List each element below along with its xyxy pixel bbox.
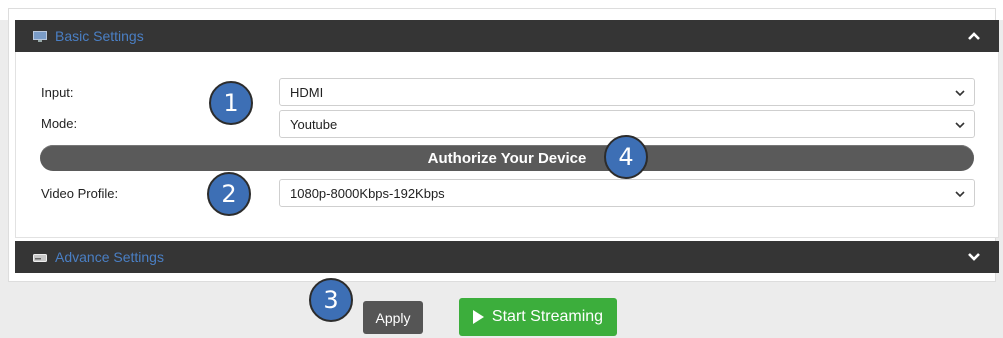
video-profile-label: Video Profile: — [41, 186, 119, 201]
mode-select[interactable]: Youtube — [279, 110, 975, 138]
chevron-up-icon[interactable] — [967, 29, 981, 43]
annotation-badge-3: 3 — [309, 278, 353, 322]
video-profile-select[interactable]: 1080p-8000Kbps-192Kbps — [279, 179, 975, 207]
annotation-badge-4: 4 — [604, 135, 648, 179]
hard-drive-icon — [33, 253, 47, 262]
chevron-down-icon[interactable] — [967, 250, 981, 264]
basic-settings-header[interactable]: Basic Settings — [15, 20, 999, 52]
apply-button-label: Apply — [375, 309, 411, 326]
input-select[interactable]: HDMI — [279, 78, 975, 106]
annotation-badge-2: 2 — [207, 172, 251, 216]
monitor-icon — [33, 30, 47, 42]
input-select-value: HDMI — [290, 84, 324, 100]
video-profile-select-value: 1080p-8000Kbps-192Kbps — [290, 185, 445, 201]
authorize-device-label: Authorize Your Device — [427, 149, 587, 167]
annotation-badge-1: 1 — [209, 81, 253, 125]
play-icon — [472, 310, 484, 324]
input-label: Input: — [41, 85, 74, 100]
chevron-down-icon — [955, 122, 965, 129]
chevron-down-icon — [955, 191, 965, 198]
chevron-down-icon — [955, 90, 965, 97]
authorize-device-button[interactable]: Authorize Your Device — [40, 145, 974, 171]
advance-settings-header[interactable]: Advance Settings — [15, 241, 999, 273]
basic-settings-title: Basic Settings — [55, 28, 144, 44]
mode-select-value: Youtube — [290, 116, 338, 132]
advance-settings-title: Advance Settings — [55, 249, 164, 265]
mode-label: Mode: — [41, 116, 78, 131]
start-streaming-label: Start Streaming — [491, 308, 604, 325]
apply-button[interactable]: Apply — [363, 301, 423, 334]
start-streaming-button[interactable]: Start Streaming — [459, 298, 617, 336]
